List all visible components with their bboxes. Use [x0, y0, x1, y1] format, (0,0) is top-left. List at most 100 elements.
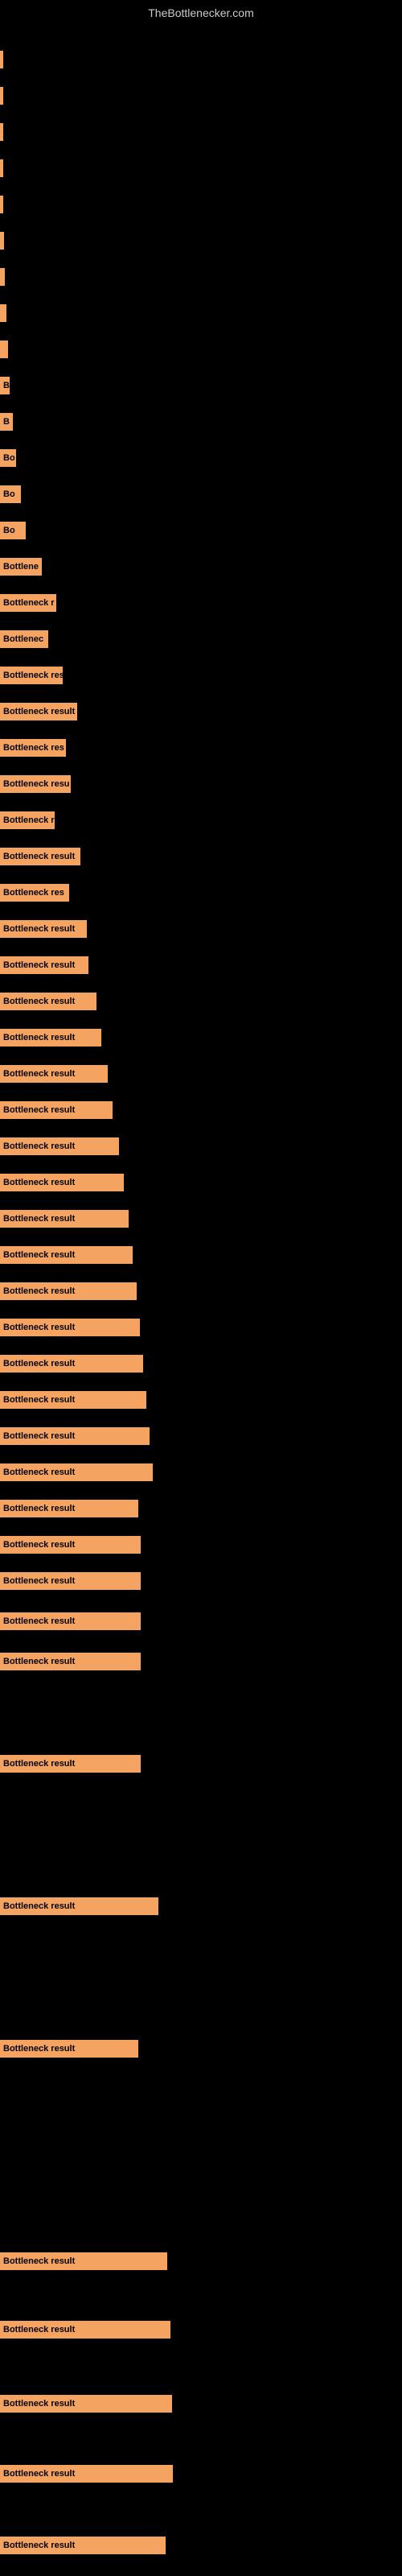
bar-fill-1	[0, 51, 3, 68]
bar-row-47: Bottleneck result	[0, 1895, 158, 1918]
bar-row-46: Bottleneck result	[0, 1752, 141, 1775]
bar-fill-39: Bottleneck result	[0, 1427, 150, 1445]
bar-label-24: Bottleneck res	[3, 888, 64, 898]
bar-fill-35: Bottleneck result	[0, 1282, 137, 1300]
bar-row-16: Bottleneck r	[0, 592, 56, 614]
bar-fill-24: Bottleneck res	[0, 884, 69, 902]
bar-row-26: Bottleneck result	[0, 954, 88, 976]
bar-label-40: Bottleneck result	[3, 1468, 75, 1477]
bar-label-34: Bottleneck result	[3, 1250, 75, 1260]
bar-row-20: Bottleneck res	[0, 737, 66, 759]
bar-label-20: Bottleneck res	[3, 743, 64, 753]
bar-label-26: Bottleneck result	[3, 960, 75, 970]
bar-fill-2	[0, 87, 3, 105]
bar-fill-25: Bottleneck result	[0, 920, 87, 938]
bar-label-12: Bo	[3, 453, 15, 463]
bar-fill-29: Bottleneck result	[0, 1065, 108, 1083]
bar-row-51: Bottleneck result	[0, 2392, 172, 2415]
bar-row-15: Bottlene	[0, 555, 42, 578]
bar-fill-16: Bottleneck r	[0, 594, 56, 612]
bar-row-52: Bottleneck result	[0, 2462, 173, 2485]
bar-fill-31: Bottleneck result	[0, 1137, 119, 1155]
bar-row-37: Bottleneck result	[0, 1352, 143, 1375]
bar-row-35: Bottleneck result	[0, 1280, 137, 1302]
bar-fill-52: Bottleneck result	[0, 2465, 173, 2483]
bar-fill-27: Bottleneck result	[0, 993, 96, 1010]
bar-fill-50: Bottleneck result	[0, 2321, 170, 2339]
bar-label-23: Bottleneck result	[3, 852, 75, 861]
bar-fill-21: Bottleneck resu	[0, 775, 71, 793]
bar-label-39: Bottleneck result	[3, 1431, 75, 1441]
bar-fill-19: Bottleneck result	[0, 703, 77, 720]
bar-fill-45: Bottleneck result	[0, 1653, 141, 1670]
bar-fill-28: Bottleneck result	[0, 1029, 101, 1046]
bar-label-18: Bottleneck res	[3, 671, 63, 680]
site-title: TheBottlenecker.com	[148, 6, 254, 19]
bar-row-45: Bottleneck result	[0, 1650, 141, 1673]
bar-label-10: B	[3, 381, 10, 390]
bar-fill-22: Bottleneck r	[0, 811, 55, 829]
bar-label-31: Bottleneck result	[3, 1141, 75, 1151]
bar-label-19: Bottleneck result	[3, 707, 75, 716]
bar-row-22: Bottleneck r	[0, 809, 55, 832]
bar-label-21: Bottleneck resu	[3, 779, 70, 789]
bar-label-33: Bottleneck result	[3, 1214, 75, 1224]
bar-label-38: Bottleneck result	[3, 1395, 75, 1405]
bar-label-30: Bottleneck result	[3, 1105, 75, 1115]
bar-fill-4	[0, 159, 3, 177]
bar-fill-14: Bo	[0, 522, 26, 539]
bar-fill-20: Bottleneck res	[0, 739, 66, 757]
bar-fill-26: Bottleneck result	[0, 956, 88, 974]
bar-fill-18: Bottleneck res	[0, 667, 63, 684]
bar-row-53: Bottleneck result	[0, 2534, 166, 2557]
bar-row-18: Bottleneck res	[0, 664, 63, 687]
bar-row-44: Bottleneck result	[0, 1610, 141, 1633]
bar-row-4	[0, 157, 3, 180]
bar-fill-32: Bottleneck result	[0, 1174, 124, 1191]
bar-fill-9	[0, 341, 8, 358]
bar-fill-41: Bottleneck result	[0, 1500, 138, 1517]
bar-fill-30: Bottleneck result	[0, 1101, 113, 1119]
bar-row-36: Bottleneck result	[0, 1316, 140, 1339]
bar-row-24: Bottleneck res	[0, 881, 69, 904]
bar-label-28: Bottleneck result	[3, 1033, 75, 1042]
bar-row-14: Bo	[0, 519, 26, 542]
bar-label-50: Bottleneck result	[3, 2325, 75, 2334]
bar-row-21: Bottleneck resu	[0, 773, 71, 795]
bar-label-41: Bottleneck result	[3, 1504, 75, 1513]
bar-label-27: Bottleneck result	[3, 997, 75, 1006]
bar-row-27: Bottleneck result	[0, 990, 96, 1013]
bar-label-17: Bottlenec	[3, 634, 43, 644]
bar-fill-38: Bottleneck result	[0, 1391, 146, 1409]
bar-row-7	[0, 266, 5, 288]
bar-label-49: Bottleneck result	[3, 2256, 75, 2266]
bar-row-50: Bottleneck result	[0, 2318, 170, 2341]
bar-label-35: Bottleneck result	[3, 1286, 75, 1296]
bar-fill-48: Bottleneck result	[0, 2040, 138, 2058]
bar-label-32: Bottleneck result	[3, 1178, 75, 1187]
bar-label-48: Bottleneck result	[3, 2044, 75, 2054]
bar-fill-34: Bottleneck result	[0, 1246, 133, 1264]
bar-row-25: Bottleneck result	[0, 918, 87, 940]
bar-fill-36: Bottleneck result	[0, 1319, 140, 1336]
bar-row-48: Bottleneck result	[0, 2037, 138, 2060]
bar-row-11: B	[0, 411, 13, 433]
bar-fill-33: Bottleneck result	[0, 1210, 129, 1228]
bar-label-44: Bottleneck result	[3, 1616, 75, 1626]
bar-row-31: Bottleneck result	[0, 1135, 119, 1158]
bar-label-29: Bottleneck result	[3, 1069, 75, 1079]
bar-fill-43: Bottleneck result	[0, 1572, 141, 1590]
bar-fill-17: Bottlenec	[0, 630, 48, 648]
bar-fill-46: Bottleneck result	[0, 1755, 141, 1773]
bar-row-33: Bottleneck result	[0, 1208, 129, 1230]
bar-label-42: Bottleneck result	[3, 1540, 75, 1550]
bar-label-52: Bottleneck result	[3, 2469, 75, 2479]
bar-fill-11: B	[0, 413, 13, 431]
bar-fill-5	[0, 196, 3, 213]
bar-fill-10: B	[0, 377, 10, 394]
bar-fill-44: Bottleneck result	[0, 1612, 141, 1630]
bar-row-43: Bottleneck result	[0, 1570, 141, 1592]
bar-label-36: Bottleneck result	[3, 1323, 75, 1332]
bar-row-42: Bottleneck result	[0, 1534, 141, 1556]
bar-row-40: Bottleneck result	[0, 1461, 153, 1484]
